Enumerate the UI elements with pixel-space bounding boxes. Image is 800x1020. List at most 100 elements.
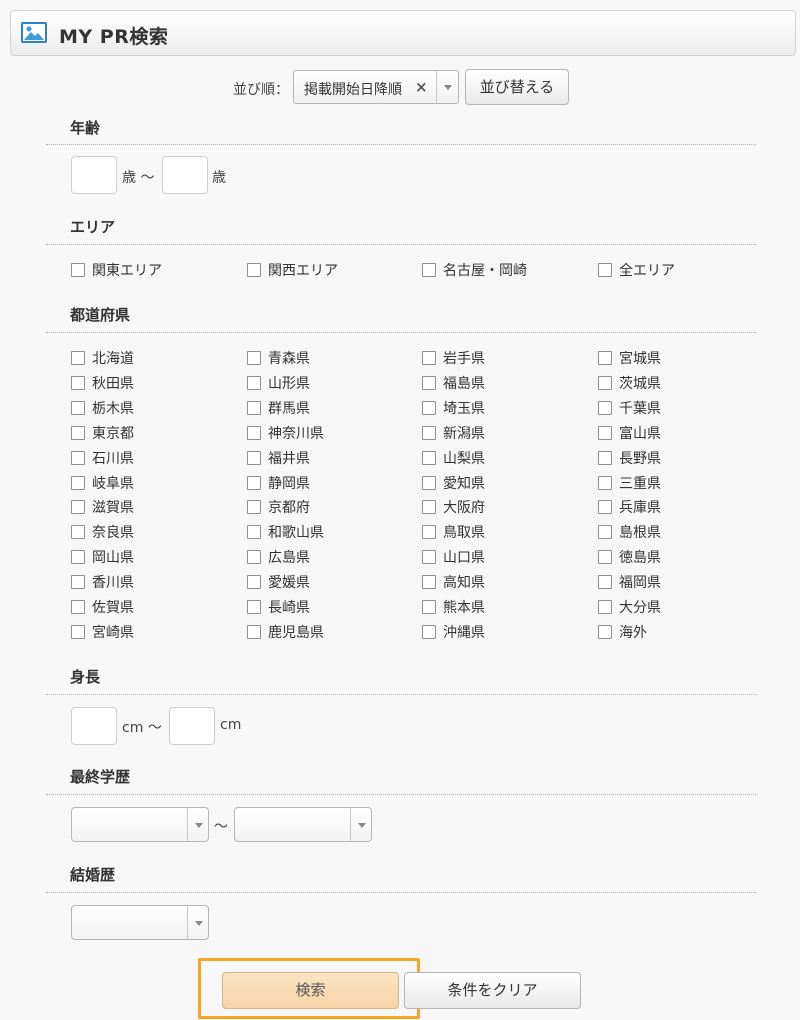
chevron-down-icon[interactable] [187,808,208,841]
checkbox[interactable] [422,450,436,465]
checkbox[interactable] [422,400,436,415]
checkbox[interactable] [422,425,436,440]
checkbox[interactable] [71,550,85,565]
checkbox[interactable] [247,624,261,639]
prefecture-checkbox-item[interactable]: 群馬県 [247,398,310,418]
prefecture-checkbox-item[interactable]: 山梨県 [422,448,485,468]
area-checkbox-item[interactable]: 関西エリア [247,260,338,280]
checkbox[interactable] [598,500,612,515]
checkbox[interactable] [422,375,436,390]
chevron-down-icon[interactable] [350,808,371,841]
prefecture-checkbox-item[interactable]: 宮崎県 [71,622,134,642]
checkbox[interactable] [598,624,612,639]
prefecture-checkbox-item[interactable]: 鳥取県 [422,522,485,542]
checkbox[interactable] [422,550,436,565]
education-to-select[interactable] [234,807,372,842]
checkbox[interactable] [247,500,261,515]
prefecture-checkbox-item[interactable]: 福島県 [422,373,485,393]
prefecture-checkbox-item[interactable]: 東京都 [71,423,134,443]
prefecture-checkbox-item[interactable]: 岩手県 [422,348,485,368]
prefecture-checkbox-item[interactable]: 三重県 [598,473,661,493]
checkbox[interactable] [247,525,261,540]
checkbox[interactable] [247,351,261,365]
checkbox[interactable] [247,550,261,565]
prefecture-checkbox-item[interactable]: 大阪府 [422,497,485,517]
checkbox[interactable] [71,263,85,277]
checkbox[interactable] [422,500,436,515]
checkbox[interactable] [422,600,436,614]
checkbox[interactable] [71,525,85,540]
checkbox[interactable] [71,400,85,415]
checkbox[interactable] [598,263,612,277]
checkbox[interactable] [598,375,612,390]
prefecture-checkbox-item[interactable]: 鹿児島県 [247,622,324,642]
checkbox[interactable] [422,525,436,540]
checkbox[interactable] [71,351,85,365]
prefecture-checkbox-item[interactable]: 長野県 [598,448,661,468]
area-checkbox-item[interactable]: 名古屋・岡崎 [422,260,527,280]
prefecture-checkbox-item[interactable]: 海外 [598,622,647,642]
checkbox[interactable] [247,425,261,440]
checkbox[interactable] [247,475,261,490]
prefecture-checkbox-item[interactable]: 沖縄県 [422,622,485,642]
search-button[interactable]: 検索 [222,972,399,1009]
prefecture-checkbox-item[interactable]: 大分県 [598,597,661,617]
prefecture-checkbox-item[interactable]: 香川県 [71,572,134,592]
prefecture-checkbox-item[interactable]: 福岡県 [598,572,661,592]
prefecture-checkbox-item[interactable]: 島根県 [598,522,661,542]
prefecture-checkbox-item[interactable]: 秋田県 [71,373,134,393]
checkbox[interactable] [598,575,612,590]
prefecture-checkbox-item[interactable]: 宮城県 [598,348,661,368]
prefecture-checkbox-item[interactable]: 岡山県 [71,547,134,567]
area-checkbox-item[interactable]: 全エリア [598,260,675,280]
prefecture-checkbox-item[interactable]: 山口県 [422,547,485,567]
age-to-input[interactable] [162,156,208,194]
chevron-down-icon[interactable] [187,906,208,939]
prefecture-checkbox-item[interactable]: 千葉県 [598,398,661,418]
checkbox[interactable] [422,263,436,277]
prefecture-checkbox-item[interactable]: 兵庫県 [598,497,661,517]
prefecture-checkbox-item[interactable]: 広島県 [247,547,310,567]
prefecture-checkbox-item[interactable]: 栃木県 [71,398,134,418]
prefecture-checkbox-item[interactable]: 新潟県 [422,423,485,443]
checkbox[interactable] [422,351,436,365]
checkbox[interactable] [598,400,612,415]
prefecture-checkbox-item[interactable]: 静岡県 [247,473,310,493]
checkbox[interactable] [71,575,85,590]
sort-clear-icon[interactable]: × [415,78,428,96]
prefecture-checkbox-item[interactable]: 石川県 [71,448,134,468]
checkbox[interactable] [247,450,261,465]
prefecture-checkbox-item[interactable]: 神奈川県 [247,423,324,443]
chevron-down-icon[interactable] [436,71,458,103]
checkbox[interactable] [247,575,261,590]
checkbox[interactable] [422,624,436,639]
checkbox[interactable] [71,600,85,614]
clear-conditions-button[interactable]: 条件をクリア [404,972,581,1009]
checkbox[interactable] [598,475,612,490]
prefecture-checkbox-item[interactable]: 茨城県 [598,373,661,393]
checkbox[interactable] [71,450,85,465]
prefecture-checkbox-item[interactable]: 富山県 [598,423,661,443]
checkbox[interactable] [598,525,612,540]
prefecture-checkbox-item[interactable]: 山形県 [247,373,310,393]
prefecture-checkbox-item[interactable]: 佐賀県 [71,597,134,617]
checkbox[interactable] [422,575,436,590]
checkbox[interactable] [247,600,261,614]
prefecture-checkbox-item[interactable]: 青森県 [247,348,310,368]
height-from-input[interactable] [71,707,117,745]
prefecture-checkbox-item[interactable]: 京都府 [247,497,310,517]
checkbox[interactable] [598,450,612,465]
checkbox[interactable] [598,425,612,440]
prefecture-checkbox-item[interactable]: 高知県 [422,572,485,592]
prefecture-checkbox-item[interactable]: 滋賀県 [71,497,134,517]
area-checkbox-item[interactable]: 関東エリア [71,260,162,280]
checkbox[interactable] [71,375,85,390]
checkbox[interactable] [247,400,261,415]
prefecture-checkbox-item[interactable]: 和歌山県 [247,522,324,542]
sort-button[interactable]: 並び替える [465,69,569,105]
prefecture-checkbox-item[interactable]: 奈良県 [71,522,134,542]
prefecture-checkbox-item[interactable]: 岐阜県 [71,473,134,493]
prefecture-checkbox-item[interactable]: 福井県 [247,448,310,468]
prefecture-checkbox-item[interactable]: 長崎県 [247,597,310,617]
checkbox[interactable] [598,600,612,614]
